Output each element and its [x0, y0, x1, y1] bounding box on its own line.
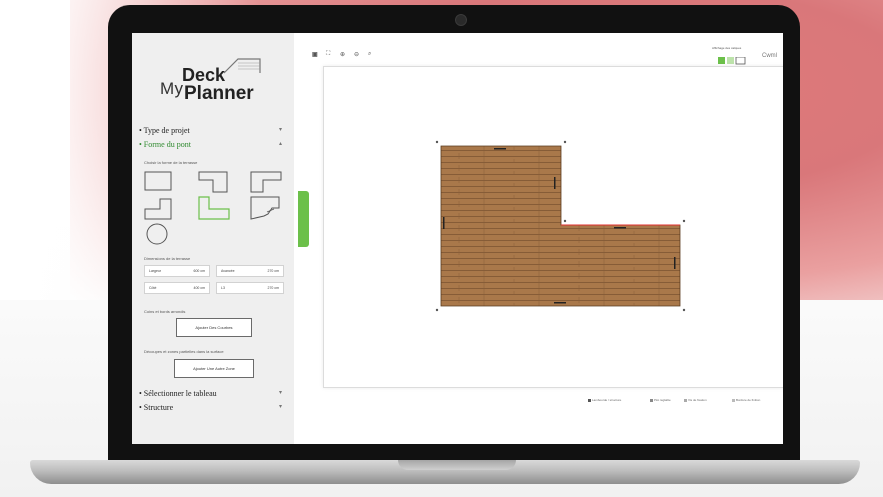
dimension-field[interactable]: L3 270 cm: [216, 282, 284, 294]
laptop-lip: [398, 460, 516, 470]
legend-label: Bordure de finition: [736, 398, 761, 402]
dimension-field[interactable]: Avancée 270 cm: [216, 265, 284, 277]
shape-circle-option[interactable]: [146, 223, 168, 245]
section-structure[interactable]: • Structure ▾: [139, 403, 289, 412]
rectangle-shape-icon: [144, 171, 172, 191]
l-selected-shape-icon: [198, 196, 230, 220]
logo-planner: Planner: [184, 83, 254, 104]
dimension-field[interactable]: Côté 400 cm: [144, 282, 210, 294]
shape-l-reverse-option[interactable]: [198, 171, 228, 193]
section-type-de-projet[interactable]: • Type de projet ▾: [139, 126, 289, 135]
shape-custom-option[interactable]: [250, 196, 280, 220]
dimension-value: 400 cm: [193, 286, 205, 290]
l-shape-icon: [250, 171, 282, 193]
sidebar-collapse-tab[interactable]: [298, 191, 309, 247]
l-reverse-shape-icon: [198, 171, 228, 193]
shape-l-selected-option[interactable]: [198, 196, 230, 220]
search-icon[interactable]: ⌕: [368, 51, 371, 58]
dimension-label: Côté: [149, 286, 157, 290]
shape-l-option[interactable]: [250, 171, 282, 193]
section-label: • Type de projet: [139, 126, 190, 135]
fit-view-icon[interactable]: ⛶: [326, 51, 330, 58]
legend-label: Plot réglable: [654, 398, 671, 402]
legend-label: Vis de fixation: [688, 398, 707, 402]
dimension-field[interactable]: Largeur 600 cm: [144, 265, 210, 277]
add-curves-button[interactable]: Ajouter Des Courbes: [176, 318, 252, 337]
app-screen: My Deck Planner • Type de projet ▾ • For…: [132, 33, 783, 444]
section-selectionner-tableau[interactable]: • Sélectionner le tableau ▾: [139, 389, 289, 398]
zoom-in-icon[interactable]: ⊕: [340, 51, 345, 58]
dimensions-title: Dimensions de la terrasse: [144, 256, 191, 261]
legend-dot: [732, 398, 735, 402]
dimension-label: L3: [221, 286, 225, 290]
shape-rectangle-option[interactable]: [144, 171, 172, 191]
shape-l-bottom-option[interactable]: [144, 198, 172, 220]
deck-joints: [441, 146, 680, 306]
section-forme-du-pont[interactable]: • Forme du pont ▴: [139, 140, 289, 149]
zoom-out-icon[interactable]: ⊖: [354, 51, 359, 58]
chevron-down-icon: ▾: [279, 127, 283, 133]
app-logo: My Deck Planner: [160, 51, 270, 123]
legend-item: Vis de fixation: [684, 398, 707, 402]
legend-item: Lambourde / structure: [588, 398, 621, 402]
dimension-value: 270 cm: [267, 269, 279, 273]
section-label: • Structure: [139, 403, 174, 412]
section-label: • Forme du pont: [139, 140, 191, 149]
sidebar: My Deck Planner • Type de projet ▾ • For…: [132, 33, 294, 444]
legend-dot: [684, 398, 687, 402]
add-zone-button[interactable]: Ajouter Une Autre Zone: [174, 359, 254, 378]
shape-hint: Choisir la forme de la terrasse: [144, 160, 198, 165]
deck-logo-icon: [223, 58, 261, 74]
view-toggle-icon: [718, 56, 746, 65]
dimension-label: Largeur: [149, 269, 162, 273]
legend-dot: [650, 398, 653, 402]
logo-my: My: [160, 79, 184, 98]
corners-title: Coins et bords arrondis: [144, 309, 186, 314]
chevron-down-icon: ▾: [279, 404, 283, 410]
deck-drawing[interactable]: [324, 67, 783, 387]
legend-dot: [588, 398, 591, 402]
dimension-value: 600 cm: [193, 269, 205, 273]
circle-shape-icon: [146, 223, 168, 245]
layers-label: Affichage des calques: [712, 46, 742, 50]
section-label: • Sélectionner le tableau: [139, 389, 217, 398]
chevron-up-icon: ▴: [279, 141, 283, 147]
legend-item: Bordure de finition: [732, 398, 760, 402]
select-tool-icon[interactable]: ▣: [312, 51, 318, 58]
view-toggle-group[interactable]: [718, 52, 748, 65]
camera-icon: [455, 14, 467, 26]
legend-label: Lambourde / structure: [592, 398, 622, 402]
dimension-value: 270 cm: [267, 286, 279, 290]
top-right-text: Cwml: [762, 53, 777, 59]
chevron-down-icon: ▾: [279, 390, 283, 396]
custom-shape-icon: [250, 196, 280, 220]
dimension-label: Avancée: [221, 269, 235, 273]
cutouts-title: Découpes et zones partielles dans la sur…: [144, 349, 224, 354]
design-canvas[interactable]: [323, 66, 783, 388]
l-bottom-shape-icon: [144, 198, 172, 220]
legend-item: Plot réglable: [650, 398, 671, 402]
